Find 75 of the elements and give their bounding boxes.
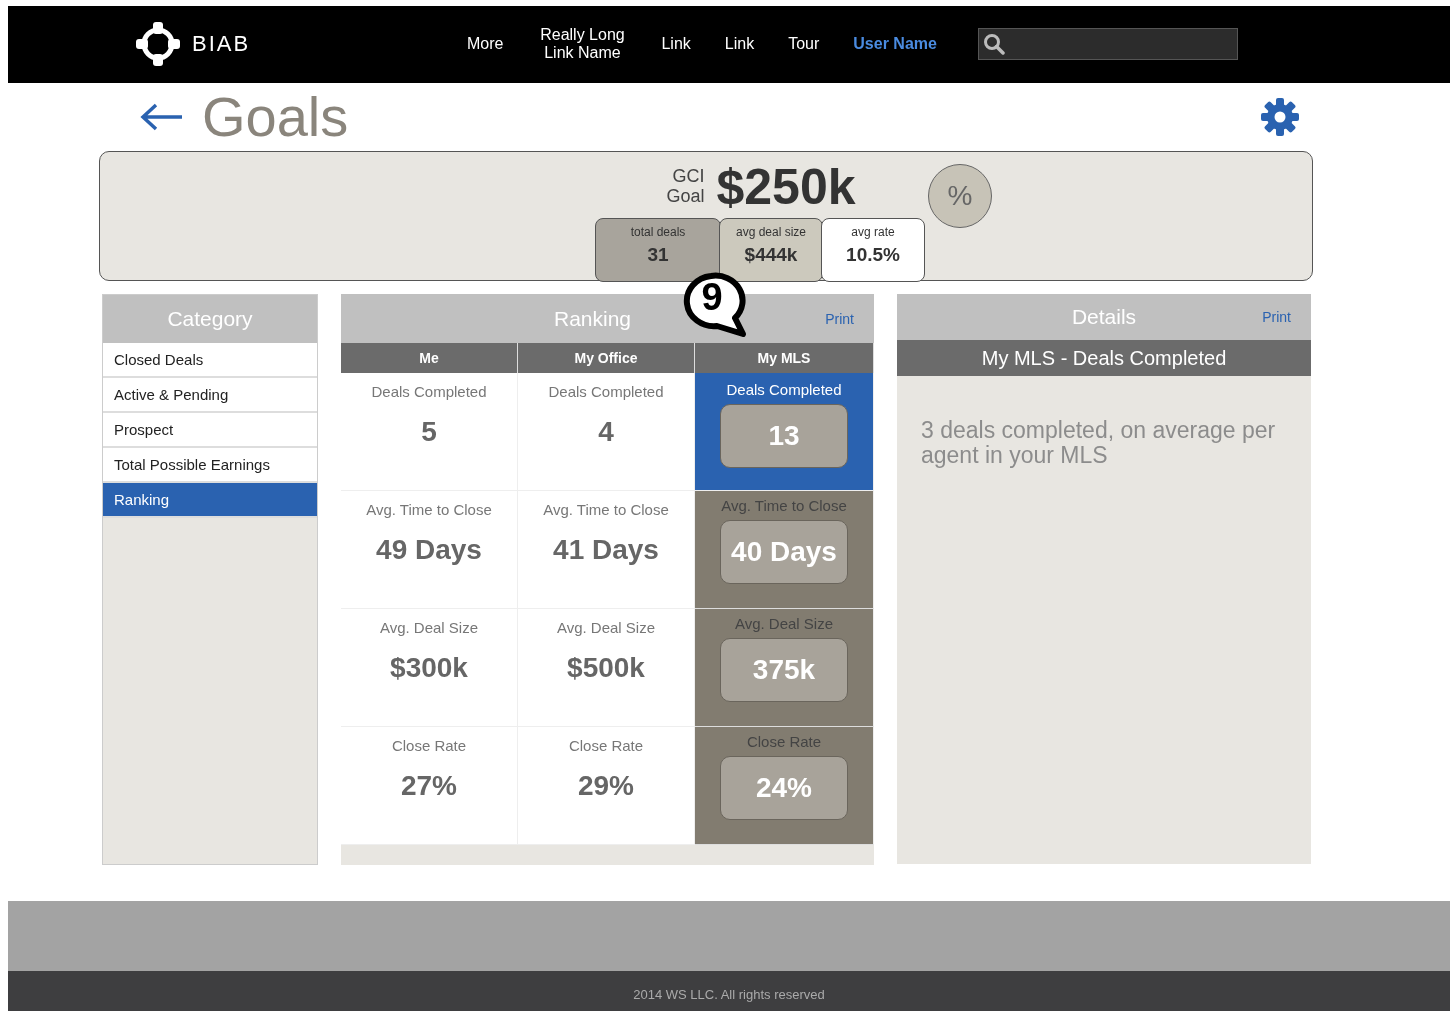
stat-value: 31 xyxy=(647,244,669,266)
metric-label: Close Rate xyxy=(568,737,644,754)
nav-link[interactable]: Link xyxy=(707,35,772,54)
metric-value-box: 24% xyxy=(720,756,848,820)
print-link[interactable]: Print xyxy=(825,310,854,327)
user-name-link[interactable]: User Name xyxy=(836,35,954,54)
sidebar-item[interactable]: Ranking xyxy=(103,483,317,518)
metric-value: 4 xyxy=(598,416,614,448)
details-subtitle: My MLS - Deals Completed xyxy=(897,340,1311,376)
ranking-cell[interactable]: Avg. Deal Size $500k xyxy=(518,609,695,727)
stat-value: $444k xyxy=(744,244,798,266)
sidebar-item[interactable]: Total Possible Earnings xyxy=(103,448,317,483)
nav-link[interactable]: Really Long Link Name xyxy=(520,26,645,63)
metric-label: Avg. Deal Size xyxy=(556,619,656,636)
ranking-title: Ranking xyxy=(553,306,632,331)
logo-wordmark[interactable]: BIAB xyxy=(192,31,251,58)
metric-value: 5 xyxy=(421,416,437,448)
page-title: Goals xyxy=(202,84,350,150)
metric-value: 27% xyxy=(400,770,457,802)
metric-value: 41 Days xyxy=(553,534,659,566)
sidebar-title: Category xyxy=(103,295,317,343)
sidebar-item[interactable]: Prospect xyxy=(103,413,317,448)
search-field[interactable] xyxy=(977,28,1238,61)
metric-label: Avg. Time to Close xyxy=(366,501,492,518)
stat-value: 10.5% xyxy=(846,244,900,266)
ranking-cell[interactable]: Deals Completed 5 xyxy=(341,373,518,491)
column-header: My Office xyxy=(518,343,695,373)
ranking-cell[interactable]: Avg. Time to Close 49 Days xyxy=(341,491,518,609)
sidebar-item[interactable]: Active & Pending xyxy=(103,378,317,413)
copyright-text: 2014 WS LLC. All rights reserved xyxy=(633,987,825,1004)
details-text: 3 deals completed, on average per agent in your MLS xyxy=(921,418,1277,469)
metric-label: Avg. Time to Close xyxy=(543,501,669,518)
print-link[interactable]: Print xyxy=(1262,309,1291,325)
metric-value: $500k xyxy=(567,652,645,684)
ranking-cell[interactable]: Deals Completed 13 xyxy=(695,373,874,491)
ranking-cell[interactable]: Close Rate 27% xyxy=(341,727,518,845)
metric-value: 49 Days xyxy=(376,534,482,566)
back-arrow-icon[interactable] xyxy=(140,101,184,132)
metric-value: 29% xyxy=(577,770,634,802)
metric-label: Avg. Time to Close xyxy=(721,497,847,514)
goal-label-bottom: Goal xyxy=(666,187,705,207)
ranking-cell[interactable]: Deals Completed 4 xyxy=(518,373,695,491)
crosshair-logo-icon xyxy=(134,20,182,69)
sidebar-item[interactable]: Closed Deals xyxy=(103,343,317,378)
nav-link[interactable]: More xyxy=(450,35,521,54)
settings-icon[interactable] xyxy=(1260,96,1300,137)
ranking-cell[interactable]: Avg. Deal Size $300k xyxy=(341,609,518,727)
stat-label: total deals xyxy=(630,225,686,239)
column-header: Me xyxy=(341,343,518,373)
goal-amount: $250k xyxy=(716,158,856,216)
ranking-cell[interactable]: Close Rate 29% xyxy=(518,727,695,845)
metric-label: Deals Completed xyxy=(548,383,664,400)
percent-button[interactable]: % xyxy=(928,164,992,228)
stat-label: avg rate xyxy=(851,225,895,239)
nav-link[interactable]: Link xyxy=(644,35,708,54)
ranking-cell[interactable]: Avg. Time to Close 41 Days xyxy=(518,491,695,609)
goal-label-top: GCI xyxy=(672,167,705,187)
stat-label: avg deal size xyxy=(735,225,806,239)
stat-tile[interactable]: total deals 31 xyxy=(595,218,721,282)
metric-value-box: 13 xyxy=(720,404,848,468)
stat-tile[interactable]: avg rate 10.5% xyxy=(821,218,925,282)
metric-value: $300k xyxy=(390,652,468,684)
search-icon xyxy=(982,33,1005,56)
metric-label: Close Rate xyxy=(746,733,822,750)
metric-label: Deals Completed xyxy=(726,381,842,398)
metric-label: Avg. Deal Size xyxy=(379,619,479,636)
metric-label: Deals Completed xyxy=(371,383,487,400)
metric-label: Avg. Deal Size xyxy=(734,615,834,632)
nav-link[interactable]: Tour xyxy=(771,35,837,54)
stat-tile[interactable]: avg deal size $444k xyxy=(719,218,823,282)
metric-label: Close Rate xyxy=(391,737,467,754)
metric-value-box: 40 Days xyxy=(720,520,848,584)
details-title: Details xyxy=(1071,305,1137,329)
metric-value-box: 375k xyxy=(720,638,848,702)
column-header: My MLS xyxy=(695,343,874,373)
